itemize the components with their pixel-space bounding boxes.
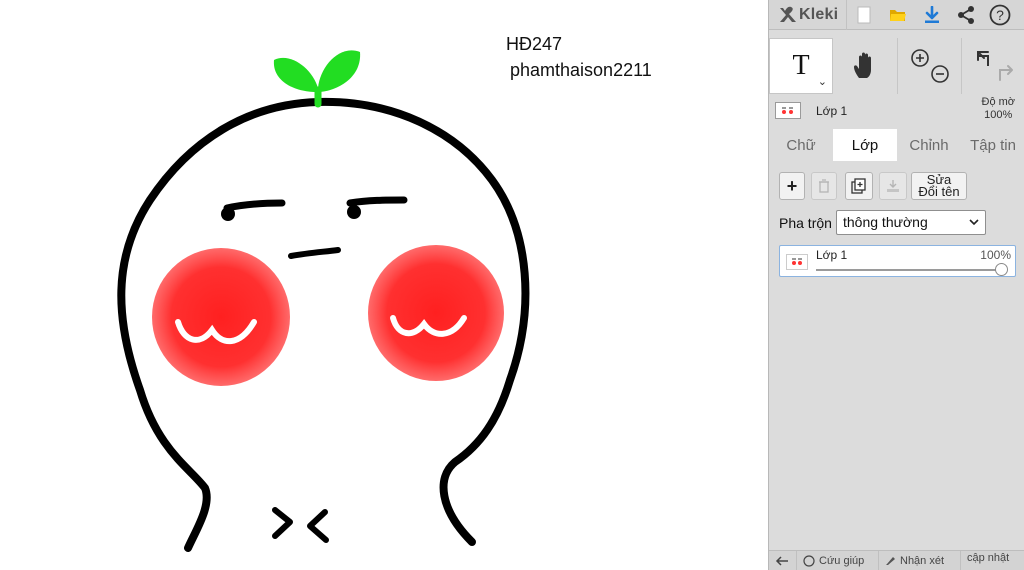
undo-redo-icons[interactable] <box>970 46 1018 86</box>
tool-row: T ⌄ <box>769 38 1024 94</box>
bottom-bar: Cứu giúp Nhận xét cập nhật <box>769 550 1024 570</box>
update-link[interactable]: cập nhật <box>961 551 1024 570</box>
feedback-link-label: Nhận xét <box>900 554 945 567</box>
help-link-label: Cứu giúp <box>819 554 865 567</box>
new-file-icon <box>857 6 871 23</box>
canvas-text-line2: phamthaison2211 <box>510 60 652 80</box>
share-button[interactable] <box>949 0 983 30</box>
blend-mode-select[interactable]: thông thường <box>836 210 986 235</box>
merge-down-button[interactable] <box>879 172 907 200</box>
help-link[interactable]: Cứu giúp <box>797 550 879 570</box>
text-tool-icon: T <box>792 50 810 81</box>
current-layer-row: Lớp 1 Độ mờ 100% <box>769 96 1024 128</box>
blush-right <box>368 245 504 381</box>
layer-item-thumbnail-image <box>792 258 802 265</box>
back-button[interactable] <box>769 550 797 570</box>
open-file-button[interactable] <box>881 0 915 30</box>
chevron-down-icon <box>969 219 979 226</box>
layer-thumbnail[interactable] <box>775 102 801 119</box>
tab-layers[interactable]: Lớp <box>833 129 897 161</box>
share-icon <box>958 5 974 24</box>
slider-handle[interactable] <box>995 263 1008 276</box>
help-circle-icon <box>803 554 815 567</box>
chevron-down-icon[interactable]: ⌄ <box>818 75 827 88</box>
tab-file[interactable]: Tập tin <box>961 129 1024 161</box>
drawing-artwork <box>117 50 530 552</box>
merge-down-icon <box>887 180 899 192</box>
svg-text:?: ? <box>996 7 1004 23</box>
top-bar: Kleki ? <box>769 0 1024 30</box>
drawing-canvas[interactable]: HĐ247 phamthaison2211 <box>0 0 768 570</box>
current-layer-name: Lớp 1 <box>816 104 848 118</box>
undo-redo-buttons <box>962 38 1024 94</box>
tab-text[interactable]: Chữ <box>769 129 833 161</box>
help-icon: ? <box>989 4 1011 25</box>
download-icon <box>925 5 939 23</box>
duplicate-icon <box>851 178 866 194</box>
delete-layer-button[interactable] <box>811 172 837 200</box>
trash-icon <box>819 179 829 193</box>
panel-tabs: Chữ Lớp Chỉnh Tập tin <box>769 129 1024 161</box>
opacity-label: Độ mờ <box>981 96 1016 108</box>
layer-item-thumbnail <box>786 254 808 270</box>
zoom-in-out-icons[interactable] <box>908 46 952 86</box>
text-tool-button[interactable]: T ⌄ <box>769 38 833 94</box>
side-panel: Kleki ? T ⌄ Lớp 1 Độ mờ 100% Chữ Lớp Chỉ… <box>768 0 1024 570</box>
kleki-logo-icon <box>780 6 796 22</box>
opacity-value: 100% <box>984 109 1013 121</box>
new-file-button[interactable] <box>847 0 881 30</box>
open-folder-icon <box>890 9 906 21</box>
opacity-readout[interactable]: Độ mờ 100% <box>982 96 1016 122</box>
update-link-label: cập nhật <box>967 551 1010 564</box>
add-layer-button[interactable]: + <box>779 172 805 200</box>
sprout-leaf-right <box>318 50 361 92</box>
pencil-icon <box>886 557 895 565</box>
help-button[interactable]: ? <box>983 0 1017 30</box>
canvas-text-line1: HĐ247 <box>506 34 563 54</box>
blush-left <box>152 248 290 386</box>
layer-list-item[interactable]: Lớp 1 100% <box>779 245 1016 277</box>
zoom-buttons <box>898 38 961 94</box>
rename-line2: Đổi tên <box>918 184 960 199</box>
download-button[interactable] <box>915 0 949 30</box>
arrow-left-icon <box>775 555 788 566</box>
tab-adjust[interactable]: Chỉnh <box>897 129 961 161</box>
app-logo[interactable]: Kleki <box>769 0 847 30</box>
sprout-leaf-left <box>273 57 318 92</box>
hand-icon <box>854 52 871 78</box>
plus-icon: + <box>786 175 798 196</box>
layer-opacity-slider[interactable] <box>816 263 1008 276</box>
layer-thumbnail-image <box>782 107 793 114</box>
layer-item-name: Lớp 1 <box>816 248 848 262</box>
blend-mode-label: Pha trộn <box>779 215 832 231</box>
layers-panel: + Sửa Đổi tên Pha trộn thông thường Lớp … <box>769 161 1024 570</box>
rename-layer-button[interactable]: Sửa Đổi tên <box>911 172 967 200</box>
blend-mode-value: thông thường <box>843 214 928 230</box>
layer-item-opacity: 100% <box>980 248 1011 262</box>
feedback-link[interactable]: Nhận xét <box>879 550 961 570</box>
duplicate-layer-button[interactable] <box>845 172 873 200</box>
app-name: Kleki <box>799 5 839 23</box>
hand-tool-button[interactable] <box>833 38 897 94</box>
